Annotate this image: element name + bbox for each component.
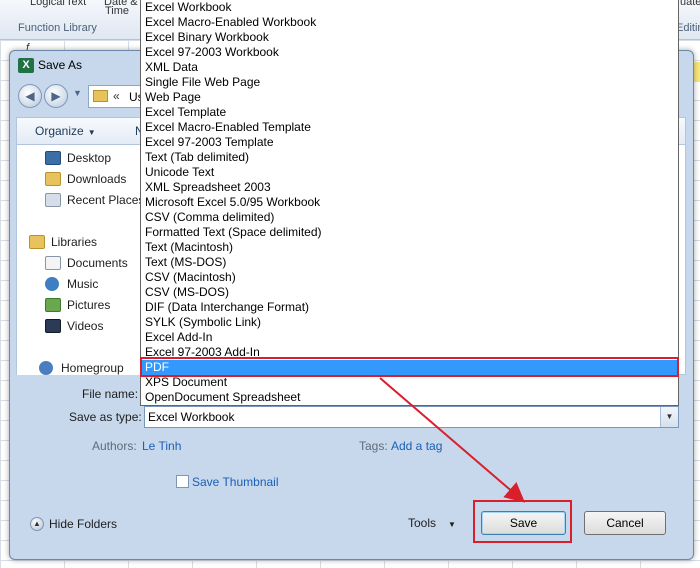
dropdown-option[interactable]: Microsoft Excel 5.0/95 Workbook xyxy=(141,195,678,210)
dropdown-option[interactable]: Text (Tab delimited) xyxy=(141,150,678,165)
tags-value[interactable]: Add a tag xyxy=(391,439,442,453)
chevron-down-icon: ▼ xyxy=(87,128,96,137)
group-editing: Editin xyxy=(676,22,700,34)
address-bar[interactable]: « Us xyxy=(88,85,148,108)
organize-button[interactable]: Organize ▼ xyxy=(35,124,96,138)
tags-label: Tags: xyxy=(359,439,388,453)
sidebar-item-label: Music xyxy=(67,277,99,291)
dropdown-option[interactable]: Excel Template xyxy=(141,105,678,120)
documents-icon xyxy=(45,256,61,270)
file-name-label: File name: xyxy=(82,387,139,401)
dropdown-option[interactable]: XML Data xyxy=(141,60,678,75)
dropdown-option[interactable]: SYLK (Symbolic Link) xyxy=(141,315,678,330)
forward-button[interactable]: ▶ xyxy=(44,84,68,108)
save-highlight-box xyxy=(473,500,572,543)
chevron-down-icon[interactable]: ▼ xyxy=(660,407,678,427)
save-thumbnail-checkbox[interactable] xyxy=(176,475,189,488)
navigation-pane: Desktop Downloads Recent Places Librarie… xyxy=(17,145,145,375)
dropdown-option[interactable]: CSV (Comma delimited) xyxy=(141,210,678,225)
save-as-type-label: Save as type: xyxy=(69,410,142,424)
folder-icon xyxy=(93,90,108,102)
dropdown-option[interactable]: Excel Add-In xyxy=(141,330,678,345)
sidebar-item-label: Homegroup xyxy=(61,361,124,375)
dropdown-option[interactable]: Single File Web Page xyxy=(141,75,678,90)
dropdown-option[interactable]: Text (Macintosh) xyxy=(141,240,678,255)
pdf-highlight-box xyxy=(140,357,679,377)
tools-button[interactable]: Tools ▼ xyxy=(408,516,456,530)
hide-folders-label: Hide Folders xyxy=(49,517,118,531)
dropdown-option[interactable]: XML Spreadsheet 2003 xyxy=(141,180,678,195)
cancel-button[interactable]: Cancel xyxy=(584,511,666,535)
homegroup-icon xyxy=(39,361,53,375)
dropdown-option[interactable]: OpenDocument Spreadsheet xyxy=(141,390,678,405)
music-icon xyxy=(45,277,59,291)
text-button[interactable]: Text xyxy=(66,0,86,8)
dropdown-option[interactable]: XPS Document xyxy=(141,375,678,390)
sidebar-item-label: Pictures xyxy=(67,298,111,312)
group-function-library: Function Library xyxy=(18,22,97,34)
breadcrumb-chevron[interactable]: « xyxy=(113,89,120,103)
sidebar-item-label: Documents xyxy=(67,256,128,270)
recent-places-icon xyxy=(45,193,61,207)
authors-value[interactable]: Le Tinh xyxy=(142,439,181,453)
excel-app-icon: X xyxy=(18,58,34,73)
history-dropdown-icon[interactable]: ▼ xyxy=(73,88,82,98)
date-time-button-line2: Time xyxy=(105,5,130,17)
organize-label: Organize xyxy=(35,124,84,138)
save-thumbnail-label[interactable]: Save Thumbnail xyxy=(192,475,279,489)
sidebar-item-label: Libraries xyxy=(51,235,98,249)
libraries-icon xyxy=(29,235,45,249)
desktop-icon xyxy=(45,151,61,165)
save-as-type-dropdown-list[interactable]: Excel Workbook Excel Macro-Enabled Workbo… xyxy=(140,0,679,406)
evaluate-button[interactable]: uate xyxy=(680,0,700,8)
sidebar-item-label: Recent Places xyxy=(67,193,145,207)
dropdown-option[interactable]: Excel Binary Workbook xyxy=(141,30,678,45)
dropdown-option[interactable]: CSV (Macintosh) xyxy=(141,270,678,285)
pictures-icon xyxy=(45,298,61,312)
save-as-type-value: Excel Workbook xyxy=(148,410,235,424)
sidebar-item-label: Videos xyxy=(67,319,104,333)
videos-icon xyxy=(45,319,61,333)
dropdown-option[interactable]: Web Page xyxy=(141,90,678,105)
dropdown-option[interactable]: Unicode Text xyxy=(141,165,678,180)
dialog-title: Save As xyxy=(38,58,83,72)
chevron-up-icon: ▲ xyxy=(30,517,44,531)
dropdown-option[interactable]: Text (MS-DOS) xyxy=(141,255,678,270)
sidebar-item-label: Downloads xyxy=(67,172,127,186)
dropdown-option[interactable]: Excel Macro-Enabled Workbook xyxy=(141,15,678,30)
dropdown-option[interactable]: CSV (MS-DOS) xyxy=(141,285,678,300)
save-as-type-select[interactable]: Excel Workbook ▼ xyxy=(144,406,679,428)
sidebar-item-label: Desktop xyxy=(67,151,112,165)
downloads-folder-icon xyxy=(45,172,61,186)
dropdown-option[interactable]: DIF (Data Interchange Format) xyxy=(141,300,678,315)
dropdown-option[interactable]: Excel 97-2003 Workbook xyxy=(141,45,678,60)
dropdown-option[interactable]: Formatted Text (Space delimited) xyxy=(141,225,678,240)
authors-label: Authors: xyxy=(92,439,137,453)
dropdown-option[interactable]: Excel Macro-Enabled Template xyxy=(141,120,678,135)
back-button[interactable]: ◀ xyxy=(18,84,42,108)
dropdown-option[interactable]: Excel 97-2003 Template xyxy=(141,135,678,150)
tools-label: Tools xyxy=(408,516,437,530)
dropdown-option[interactable]: Excel Workbook xyxy=(141,0,678,15)
logical-button[interactable]: Logical xyxy=(30,0,65,8)
chevron-down-icon: ▼ xyxy=(448,520,456,529)
